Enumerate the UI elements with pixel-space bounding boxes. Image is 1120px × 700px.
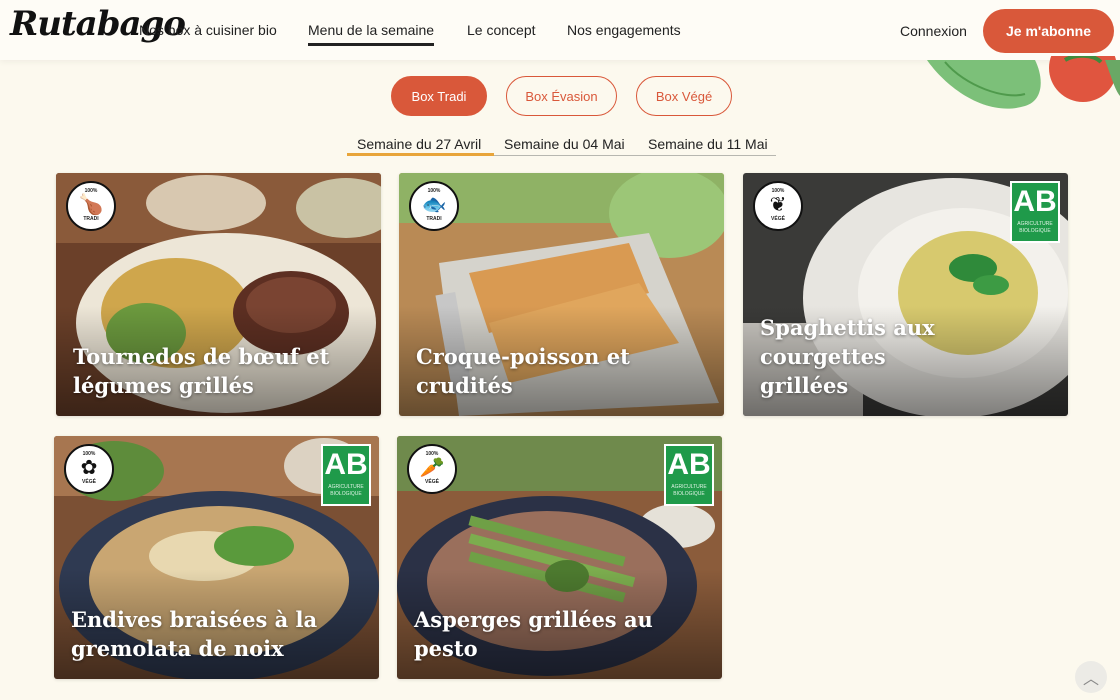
subscribe-button[interactable]: Je m'abonne: [983, 9, 1114, 53]
recipe-title-line: Asperges grillées au pesto: [414, 607, 653, 661]
recipe-title-line: Tournedos de bœuf et: [73, 344, 330, 369]
recipe-title: Croque-poisson et crudités: [416, 342, 707, 400]
recipe-title-line: légumes grillés: [73, 373, 254, 398]
active-week-indicator: [347, 153, 494, 156]
box-filter-tabs: Box Tradi Box Évasion Box Végé: [0, 76, 1120, 116]
recipe-title-line: Croque-poisson et crudités: [416, 344, 630, 398]
week-04-mai[interactable]: Semaine du 04 Mai: [504, 136, 625, 152]
top-header: Rutabago Nos box à cuisiner bio Menu de …: [0, 0, 1120, 60]
fish-icon: 100% 🐟 TRADI: [409, 181, 459, 231]
organic-letters: AB: [667, 448, 711, 481]
organic-letters: AB: [324, 448, 368, 481]
chicken-leg-icon: 100% 🍗 TRADI: [66, 181, 116, 231]
organic-subtitle: AGRICULTURE BIOLOGIQUE: [328, 484, 364, 497]
organic-ab-logo-icon: AB AGRICULTURE BIOLOGIQUE: [1010, 181, 1060, 243]
week-11-mai[interactable]: Semaine du 11 Mai: [648, 136, 768, 152]
organic-letters: AB: [1013, 185, 1057, 218]
nav-menu-semaine[interactable]: Menu de la semaine: [308, 22, 435, 46]
week-selector: Semaine du 27 Avril Semaine du 04 Mai Se…: [347, 136, 776, 156]
recipe-title-line: grillées: [760, 373, 849, 398]
recipe-card-tournedos[interactable]: 100% 🍗 TRADI Tournedos de bœuf et légume…: [56, 173, 381, 416]
badge-category: VÉGÉ: [771, 216, 785, 222]
artichoke-icon: 100% ❦ VÉGÉ: [753, 181, 803, 231]
badge-category: TRADI: [426, 216, 442, 222]
badge-category: TRADI: [83, 216, 99, 222]
recipe-title: Spaghettis aux courgettes grillées: [760, 313, 1051, 400]
organic-ab-logo-icon: AB AGRICULTURE BIOLOGIQUE: [664, 444, 714, 506]
organic-subtitle: AGRICULTURE BIOLOGIQUE: [1017, 221, 1053, 234]
tab-box-tradi[interactable]: Box Tradi: [391, 76, 487, 116]
scroll-to-top-button[interactable]: ︿: [1075, 661, 1107, 693]
recipe-title: Endives braisées à la gremolata de noix: [71, 605, 362, 663]
chevron-up-icon: ︿: [1082, 671, 1099, 688]
cauliflower-icon: 100% ✿ VÉGÉ: [64, 444, 114, 494]
organic-ab-logo-icon: AB AGRICULTURE BIOLOGIQUE: [321, 444, 371, 506]
login-link[interactable]: Connexion: [900, 23, 967, 39]
recipe-title: Tournedos de bœuf et légumes grillés: [73, 342, 364, 400]
tab-box-vege[interactable]: Box Végé: [636, 76, 732, 116]
recipe-card-spaghettis[interactable]: 100% ❦ VÉGÉ AB AGRICULTURE BIOLOGIQUE Sp…: [743, 173, 1068, 416]
nav-engagements[interactable]: Nos engagements: [567, 22, 681, 38]
recipe-card-croque-poisson[interactable]: 100% 🐟 TRADI Croque-poisson et crudités: [399, 173, 724, 416]
week-27-avril[interactable]: Semaine du 27 Avril: [357, 136, 481, 152]
nav-box-a-cuisiner[interactable]: Nos box à cuisiner bio: [139, 22, 277, 38]
badge-category: VÉGÉ: [82, 479, 96, 485]
recipe-card-endives[interactable]: 100% ✿ VÉGÉ AB AGRICULTURE BIOLOGIQUE En…: [54, 436, 379, 679]
badge-category: VÉGÉ: [425, 479, 439, 485]
tab-box-evasion[interactable]: Box Évasion: [506, 76, 617, 116]
recipe-card-asperges[interactable]: 100% 🥕 VÉGÉ AB AGRICULTURE BIOLOGIQUE As…: [397, 436, 722, 679]
recipe-title-line: Endives braisées à la: [71, 607, 318, 632]
recipe-title: Asperges grillées au pesto: [414, 605, 705, 663]
nav-concept[interactable]: Le concept: [467, 22, 536, 38]
recipe-title-line: gremolata de noix: [71, 636, 284, 661]
organic-subtitle: AGRICULTURE BIOLOGIQUE: [671, 484, 707, 497]
recipe-title-line: Spaghettis aux courgettes: [760, 315, 935, 369]
carrot-icon: 100% 🥕 VÉGÉ: [407, 444, 457, 494]
